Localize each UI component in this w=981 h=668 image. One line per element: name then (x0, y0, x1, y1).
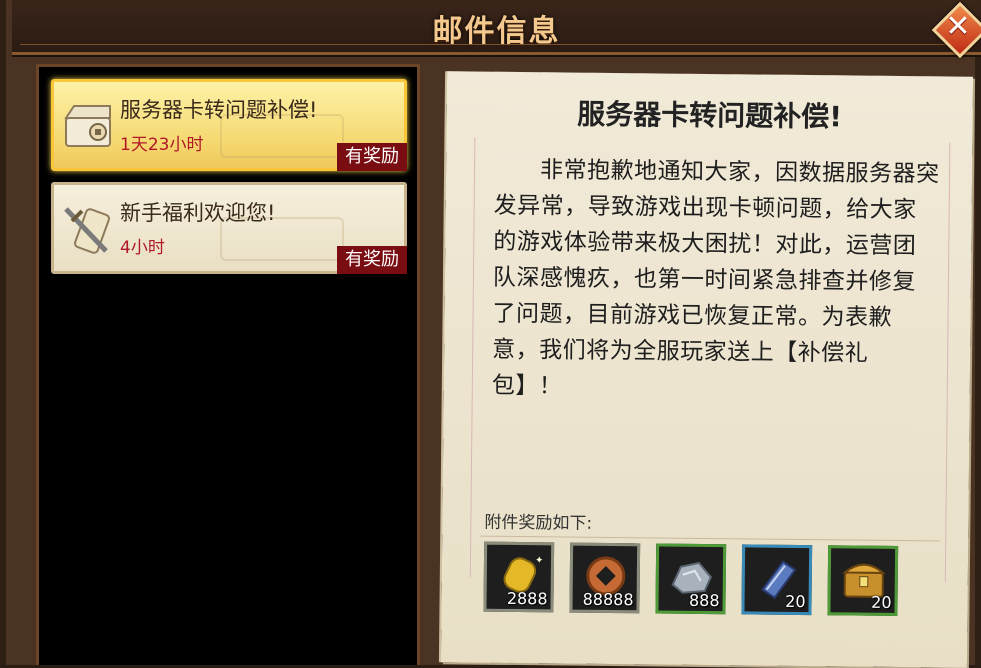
item-quantity: 20 (785, 591, 806, 612)
item-quantity: 20 (871, 592, 892, 612)
close-button[interactable]: ✕ (931, 1, 981, 59)
mail-window: 邮件信息 ✕ 服务器卡转问题补偿! 1天23小时 有奖励 新手福利欢迎您! 4小… (0, 0, 981, 668)
mail-time: 4小时 (120, 238, 165, 258)
letter-body: 非常抱歉地通知大家，因数据服务器突发异常，导致游戏出现卡顿问题，给大家的游戏体验… (491, 157, 940, 400)
scroll-sword-icon (64, 207, 110, 254)
mail-subject: 服务器卡转问题补偿! (120, 98, 318, 122)
mail-item-compensation[interactable]: 服务器卡转问题补偿! 1天23小时 有奖励 (51, 79, 407, 171)
svg-text:✦: ✦ (535, 555, 543, 566)
title-bar: 邮件信息 (12, 0, 981, 55)
mail-list-panel: 服务器卡转问题补偿! 1天23小时 有奖励 新手福利欢迎您! 4小时 有奖励 (36, 64, 420, 665)
attachments-row: ✦ 2888 88888 888 20 20 (483, 541, 899, 617)
title-divider (20, 44, 973, 45)
item-quantity: 888 (688, 590, 720, 611)
item-quantity: 2888 (506, 588, 548, 609)
attachment-item[interactable]: 88888 (569, 542, 641, 614)
reward-badge: 有奖励 (337, 246, 407, 274)
attachment-item[interactable]: 20 (827, 545, 899, 617)
letter-title: 服务器卡转问题补偿! (577, 97, 843, 134)
attachment-item[interactable]: ✦ 2888 (483, 541, 555, 613)
item-quantity: 88888 (582, 589, 634, 610)
attachments-label: 附件奖励如下: (484, 512, 593, 534)
mail-item-welcome[interactable]: 新手福利欢迎您! 4小时 有奖励 (51, 182, 407, 274)
attachment-item[interactable]: 888 (655, 543, 727, 615)
reward-badge: 有奖励 (337, 143, 407, 171)
close-icon: ✕ (945, 9, 971, 44)
chest-icon (64, 105, 111, 147)
mail-subject: 新手福利欢迎您! (120, 201, 276, 225)
mail-time: 1天23小时 (120, 135, 204, 155)
attachment-item[interactable]: 20 (741, 544, 813, 616)
letter-panel: 服务器卡转问题补偿! 非常抱歉地通知大家，因数据服务器突发异常，导致游戏出现卡顿… (440, 71, 974, 668)
